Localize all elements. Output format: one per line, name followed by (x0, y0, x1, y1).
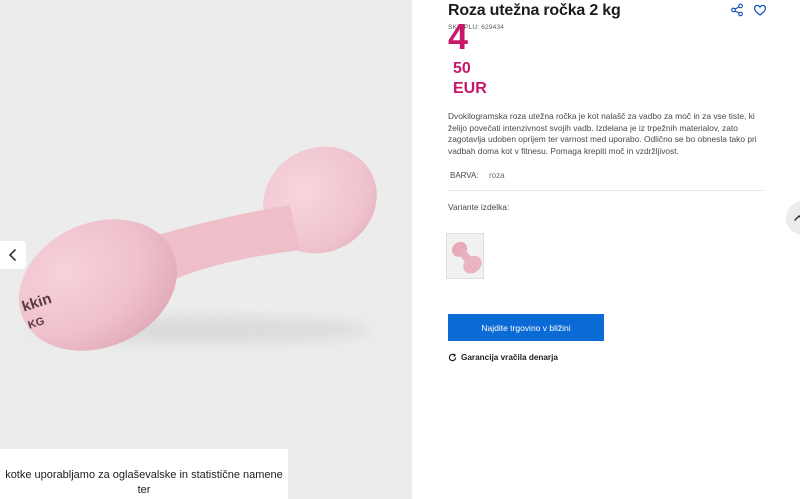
variants-label: Variante izdelka: (448, 202, 510, 212)
money-back-guarantee-link[interactable]: Garancija vračila denarja (448, 351, 558, 363)
chevron-up-icon (794, 214, 800, 221)
variant-image (451, 241, 482, 274)
product-gallery: kkin KG kotke uporabljamo za oglaševalsk… (0, 0, 412, 499)
attribute-value: roza (489, 171, 505, 180)
attribute-label: BARVA: (450, 171, 479, 180)
variant-thumbnail[interactable] (446, 233, 484, 279)
find-store-button[interactable]: Najdite trgovino v bližini (448, 314, 604, 341)
guarantee-label: Garancija vračila denarja (461, 352, 558, 362)
wishlist-button[interactable] (753, 3, 767, 17)
gallery-prev-button[interactable] (0, 241, 26, 269)
heart-icon (753, 4, 767, 16)
price-integer: 4 (448, 16, 469, 57)
product-description: Dvokilogramska roza utežna ročka je kot … (448, 111, 757, 156)
cookie-banner: kotke uporabljamo za oglaševalske in sta… (0, 449, 288, 499)
attribute-color-row: BARVA: roza (448, 165, 764, 191)
share-icon (731, 3, 743, 17)
product-details: Roza utežna ročka 2 kg SKU/PLU: 629434 4… (412, 0, 800, 499)
product-title: Roza utežna ročka 2 kg (448, 2, 621, 19)
price-decimals: 50 (453, 60, 471, 77)
chevron-left-icon (8, 249, 16, 261)
price-currency: EUR (453, 80, 487, 97)
refresh-icon (448, 352, 457, 361)
product-image: kkin KG (18, 146, 377, 351)
share-button[interactable] (730, 3, 744, 17)
